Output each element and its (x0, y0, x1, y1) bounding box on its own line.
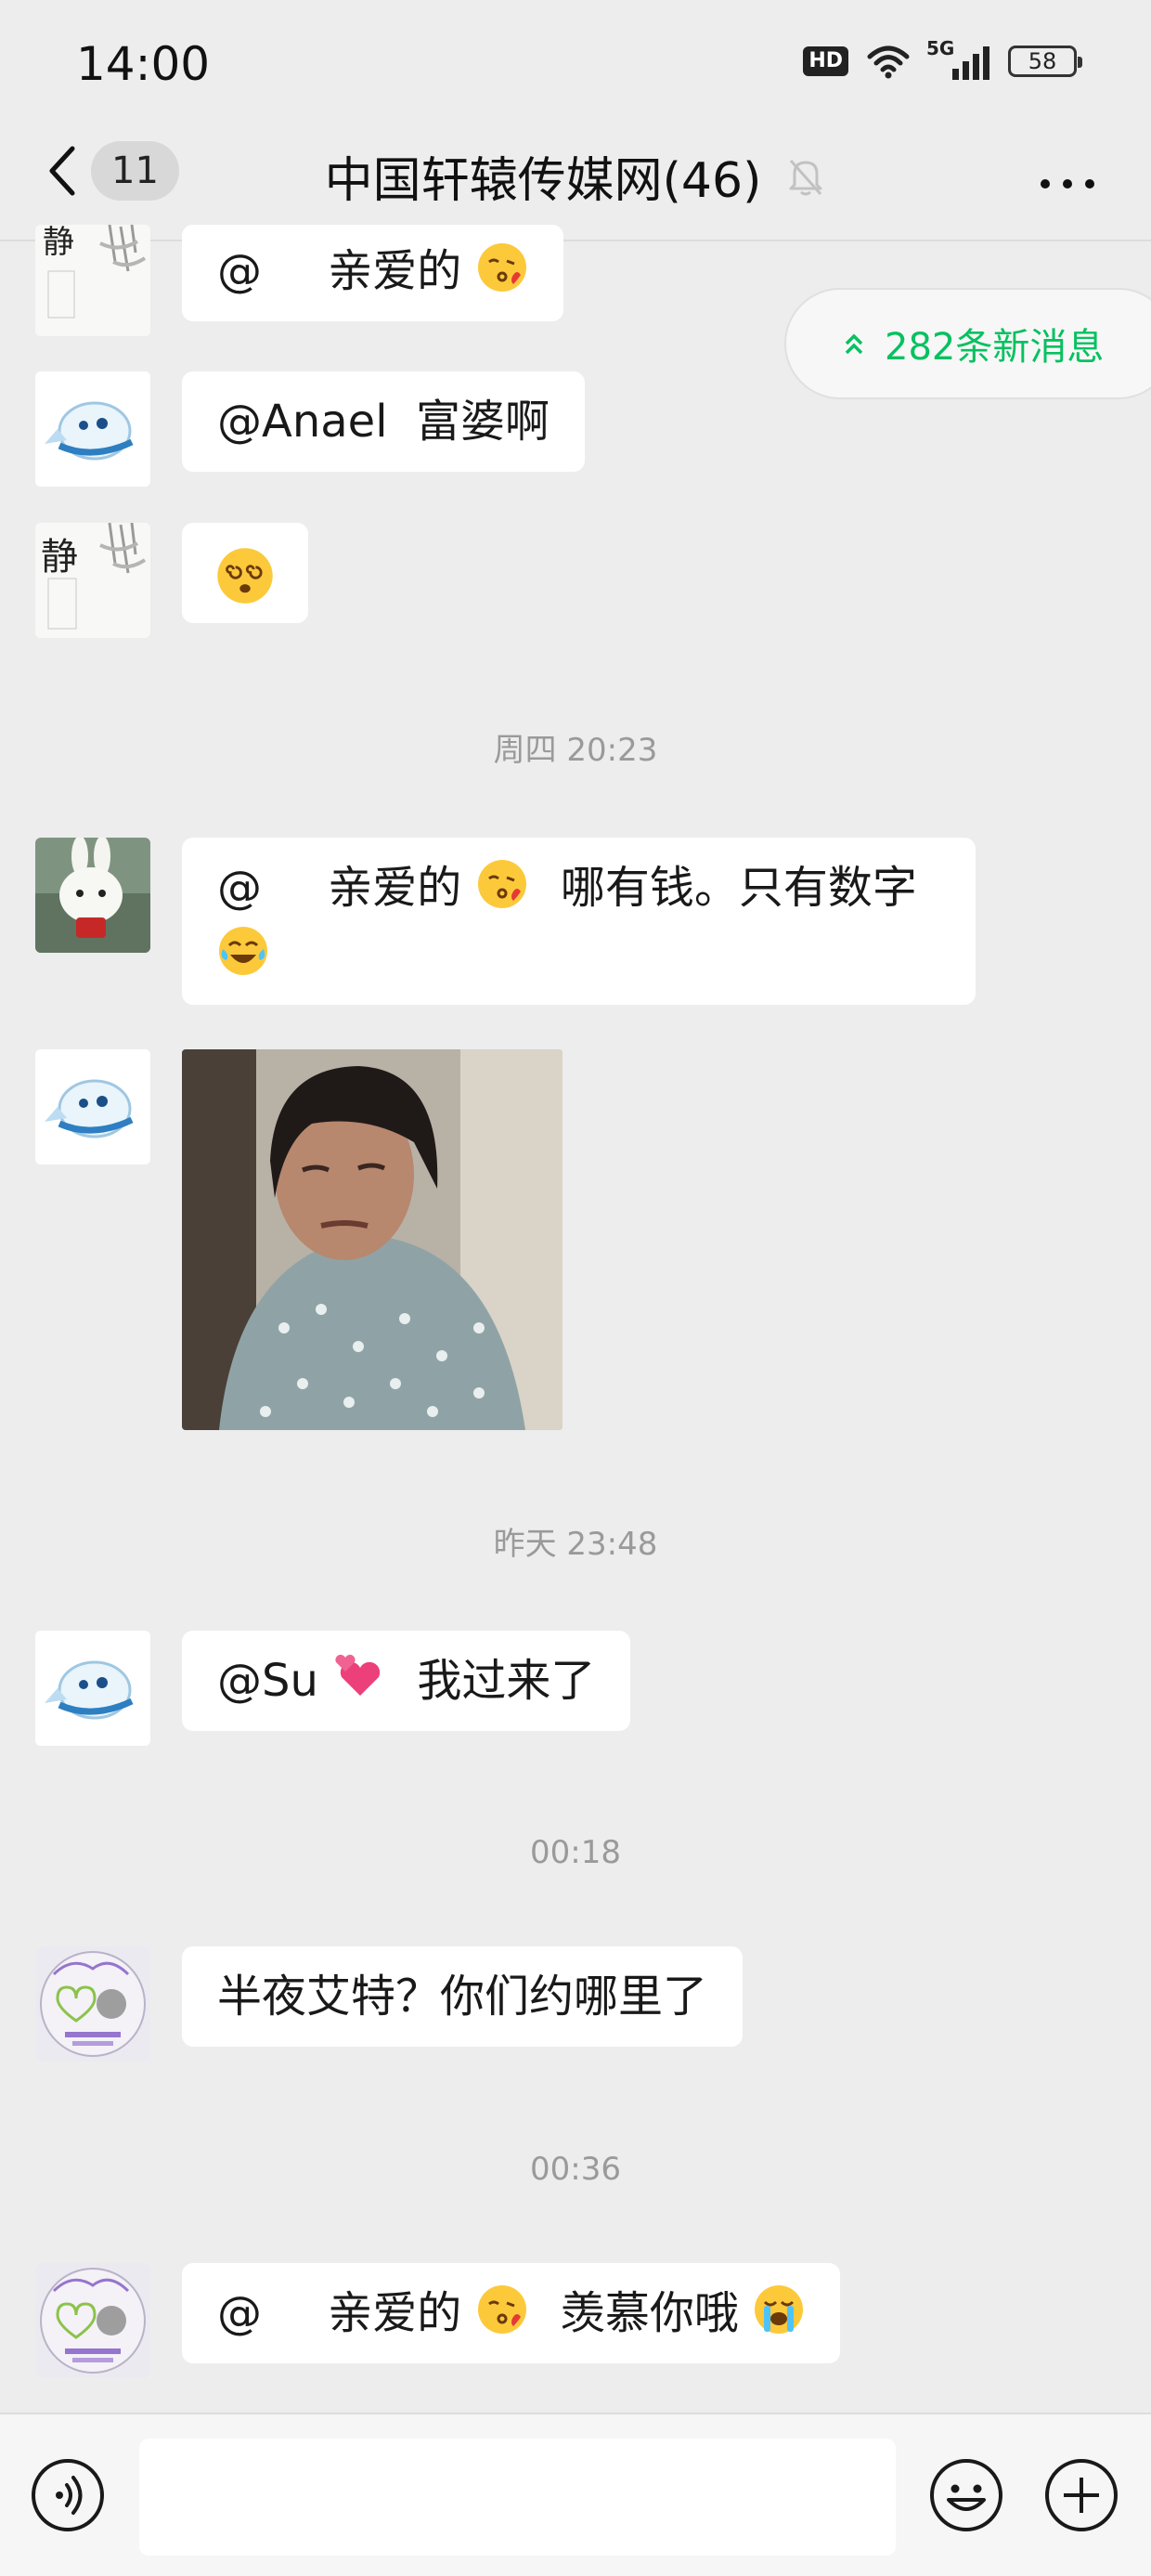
two-hearts-emoji-icon (335, 1654, 381, 1696)
mute-bell-icon (789, 159, 822, 195)
voice-icon[interactable] (30, 2457, 106, 2533)
message-text-continued: 我过来了 (417, 1655, 596, 1707)
message-row: 静 @ 亲爱的 (35, 225, 563, 336)
message-row: @Anael 富婆啊 (35, 371, 586, 487)
battery-indicator: 58 (1008, 46, 1082, 77)
dizzy-face-emoji-icon (217, 548, 273, 604)
signal-icon: 5G (926, 37, 989, 80)
message-row: @Su 我过来了 (35, 1631, 631, 1746)
mention-text: @ (217, 2287, 262, 2339)
message-bubble[interactable] (182, 523, 308, 623)
message-row (35, 1049, 563, 1430)
avatar-cartoon-plane-image (35, 1049, 150, 1164)
input-toolbar (0, 2413, 1151, 2576)
avatar-heart-emblem-image (35, 1946, 150, 2062)
message-bubble[interactable]: @ 亲爱的 羡慕你哦 (182, 2263, 841, 2363)
timestamp: 00:36 (530, 2151, 621, 2188)
avatar[interactable] (35, 1946, 150, 2062)
message-text: 亲爱的 (328, 245, 462, 297)
avatar-white-bunny-image (35, 838, 150, 953)
avatar[interactable] (35, 371, 150, 487)
avatar-ink-bamboo-image: 静 (35, 523, 150, 638)
message-row: @ 亲爱的 哪有钱。只有数字 (35, 838, 976, 1005)
crying-face-emoji-icon (755, 2285, 804, 2334)
timestamp: 00:18 (530, 1834, 621, 1871)
avatar[interactable] (35, 1049, 150, 1164)
new-messages-button[interactable]: 282条新消息 (784, 288, 1151, 399)
message-bubble[interactable]: @ 亲爱的 (182, 225, 563, 321)
message-bubble[interactable]: @Anael 富婆啊 (182, 371, 586, 472)
avatar-cartoon-plane-image (35, 1631, 150, 1746)
message-text: @Anael 富婆啊 (217, 396, 550, 448)
avatar-heart-emblem-image (35, 2263, 150, 2378)
avatar[interactable]: 静 (35, 225, 150, 336)
title-area: 中国轩辕传媒网(46) (0, 141, 1151, 211)
emoji-icon[interactable] (928, 2457, 1004, 2533)
status-icons: HD 5G 58 (803, 37, 1082, 80)
message-text-continued: 羡慕你哦 (560, 2287, 739, 2339)
message-row: 半夜艾特？你们约哪里了 (35, 1946, 744, 2062)
timestamp: 周四 20:23 (493, 732, 658, 769)
message-row: @ 亲爱的 羡慕你哦 (35, 2263, 841, 2378)
sticker-image[interactable] (182, 1049, 563, 1430)
kissing-emoji-icon (477, 860, 526, 908)
status-time: 14:00 (76, 37, 211, 91)
message-row: 静 (35, 523, 308, 638)
kissing-emoji-icon (477, 2285, 526, 2334)
svg-text:静: 静 (43, 225, 74, 261)
message-bubble[interactable]: 半夜艾特？你们约哪里了 (182, 1946, 744, 2047)
message-input[interactable] (139, 2439, 896, 2556)
message-text: 亲爱的 (328, 862, 462, 914)
timestamp: 昨天 23:48 (493, 1526, 658, 1563)
new-messages-label: 282条新消息 (885, 326, 1105, 369)
kissing-emoji-icon (477, 243, 526, 292)
mention-text: @ (217, 245, 262, 297)
svg-text:静: 静 (41, 536, 78, 579)
more-button[interactable] (1030, 141, 1105, 201)
tears-of-joy-emoji-icon (219, 927, 267, 975)
message-text: @Su (217, 1655, 318, 1707)
avatar[interactable]: 静 (35, 523, 150, 638)
message-bubble[interactable]: @Su 我过来了 (182, 1631, 631, 1731)
mention-text: @ (217, 862, 262, 914)
sticker-elderly-woman-photo (182, 1049, 563, 1430)
plus-icon[interactable] (1043, 2457, 1119, 2533)
avatar[interactable] (35, 2263, 150, 2378)
avatar[interactable] (35, 1631, 150, 1746)
message-text-continued: 哪有钱。只有数字 (560, 862, 917, 914)
network-type-label: 5G (926, 37, 955, 59)
chat-title: 中国轩辕传媒网(46) (324, 153, 762, 209)
hd-badge: HD (803, 46, 848, 76)
double-chevron-up-icon (845, 333, 863, 355)
status-bar: 14:00 HD 5G 58 (0, 0, 1151, 130)
avatar[interactable] (35, 838, 150, 953)
message-bubble[interactable]: @ 亲爱的 哪有钱。只有数字 (182, 838, 976, 1005)
more-icon (1041, 179, 1094, 189)
avatar-cartoon-plane-image (35, 371, 150, 487)
message-text: 亲爱的 (328, 2287, 462, 2339)
avatar-ink-bamboo-image: 静 (35, 225, 150, 336)
message-text: 半夜艾特？你们约哪里了 (217, 1971, 708, 2023)
wifi-icon (867, 46, 910, 79)
